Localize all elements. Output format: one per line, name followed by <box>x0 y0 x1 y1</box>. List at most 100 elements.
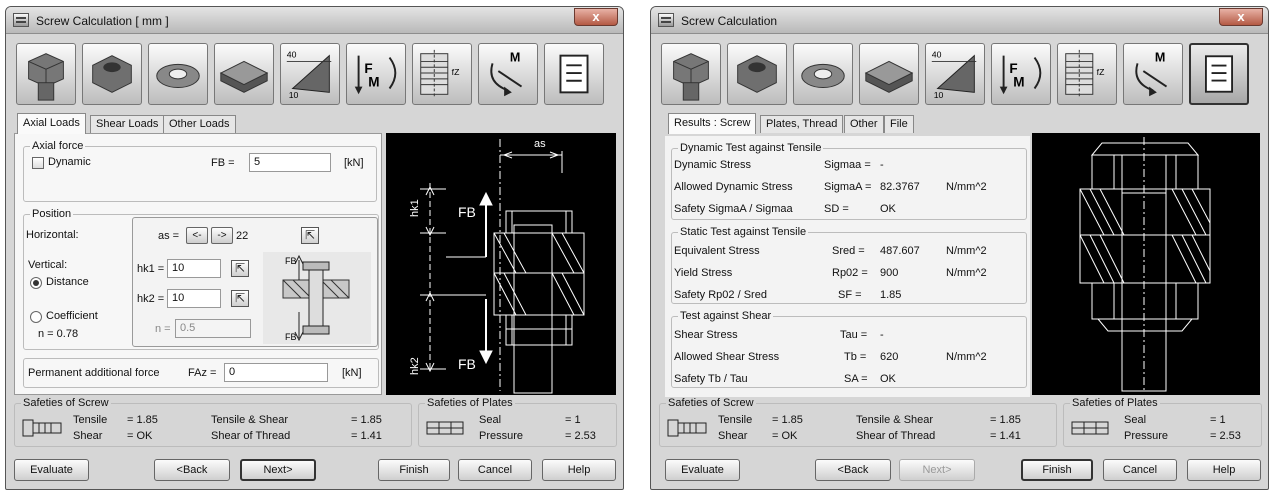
result-label: Dynamic Stress <box>674 159 752 171</box>
plates-icon[interactable] <box>214 43 274 105</box>
force-moment-icon[interactable]: FM <box>346 43 406 105</box>
washer-icon[interactable] <box>793 43 853 105</box>
toolbar: 40 10 FM fZ M <box>14 39 615 109</box>
tab-results-screw[interactable]: Results : Screw <box>668 113 757 134</box>
report-icon[interactable] <box>1189 43 1249 105</box>
finish-button[interactable]: Finish <box>1021 459 1093 481</box>
hex-bolt-icon[interactable] <box>661 43 721 105</box>
shear-label: Shear <box>73 430 103 442</box>
tensile-value: = 1.85 <box>772 414 803 426</box>
tab-plates-thread[interactable]: Plates, Thread <box>760 115 844 133</box>
dynamic-label: Dynamic <box>48 156 91 168</box>
result-value: - <box>880 159 884 171</box>
evaluate-button[interactable]: Evaluate <box>14 459 89 481</box>
as-label: as = <box>158 230 180 242</box>
hex-nut-icon[interactable] <box>82 43 142 105</box>
position-sketch: FB FB <box>263 252 371 344</box>
report-icon[interactable] <box>544 43 604 105</box>
screw-safeties-title: Safeties of Screw <box>666 397 756 409</box>
dynamic-test-group: Dynamic Test against Tensile Dynamic Str… <box>671 142 1027 220</box>
result-symbol: Sred = <box>832 245 865 257</box>
tab-axial-loads[interactable]: Axial Loads <box>17 113 86 134</box>
tab-shear-loads[interactable]: Shear Loads <box>90 115 165 133</box>
n-input[interactable]: 0.5 <box>175 319 251 338</box>
drawing-hk2-label: hk2 <box>409 357 421 375</box>
help-button[interactable]: Help <box>542 459 616 481</box>
back-button[interactable]: <Back <box>815 459 891 481</box>
finish-button[interactable]: Finish <box>378 459 450 481</box>
moment-icon[interactable]: M <box>1123 43 1183 105</box>
tab-file[interactable]: File <box>884 115 914 133</box>
fb-input[interactable]: 5 <box>249 153 331 172</box>
move-right-button[interactable]: -> <box>211 227 233 244</box>
drawing-hk1-label: hk1 <box>409 199 421 217</box>
position-inner-group: as = <- -> 22 hk1 = 10 hk2 = 10 n = 0.5 <box>132 217 378 347</box>
washer-icon[interactable] <box>148 43 208 105</box>
dynamic-test-title: Dynamic Test against Tensile <box>678 142 824 154</box>
distance-radio[interactable] <box>30 277 42 289</box>
plates-icon[interactable] <box>859 43 919 105</box>
result-symbol: Rp02 = <box>832 267 868 279</box>
svg-text:M: M <box>1155 50 1165 64</box>
shear-thread-value: = 1.41 <box>990 430 1021 442</box>
cancel-button[interactable]: Cancel <box>458 459 532 481</box>
force-moment-icon[interactable]: FM <box>991 43 1051 105</box>
app-icon <box>658 13 674 27</box>
result-symbol: SA = <box>844 373 868 385</box>
hk1-pick-icon[interactable] <box>231 260 249 277</box>
button-row: Evaluate <Back Next> Finish Cancel Help <box>14 459 617 483</box>
pressure-label: Pressure <box>1124 430 1169 442</box>
hex-bolt-icon[interactable] <box>16 43 76 105</box>
title-bar: Screw Calculation x <box>651 7 1268 34</box>
plates-small-icon <box>1071 421 1109 435</box>
cancel-button[interactable]: Cancel <box>1103 459 1177 481</box>
plates-safeties-group: Safeties of Plates Seal = 1 Pressure = 2… <box>418 397 617 447</box>
result-unit: N/mm^2 <box>946 267 987 279</box>
tab-other[interactable]: Other <box>844 115 884 133</box>
screw-calc-window-left: Screw Calculation [ mm ] x 40 10 FM fZ M … <box>5 6 624 490</box>
hk2-pick-icon[interactable] <box>231 290 249 307</box>
evaluate-button[interactable]: Evaluate <box>665 459 740 481</box>
result-value: OK <box>880 203 896 215</box>
results-panel: Dynamic Test against Tensile Dynamic Str… <box>665 136 1030 397</box>
tab-other-loads[interactable]: Other Loads <box>163 115 236 133</box>
distance-label: Distance <box>46 276 89 288</box>
result-value: 900 <box>880 267 899 279</box>
coefficient-radio[interactable] <box>30 311 42 323</box>
faz-input[interactable]: 0 <box>224 363 328 382</box>
move-left-button[interactable]: <- <box>186 227 208 244</box>
svg-text:fZ: fZ <box>1097 67 1105 77</box>
result-symbol: Tau = <box>840 329 868 341</box>
thread-section-icon[interactable]: fZ <box>1057 43 1117 105</box>
moment-icon[interactable]: M <box>478 43 538 105</box>
next-button[interactable]: Next> <box>240 459 316 481</box>
screw-safeties-group: Safeties of Screw Tensile = 1.85 Shear =… <box>14 397 412 447</box>
hex-nut-icon[interactable] <box>727 43 787 105</box>
close-button[interactable]: x <box>574 8 618 26</box>
fb-unit: [kN] <box>344 157 364 169</box>
svg-text:40: 40 <box>287 50 297 60</box>
angled-plate-icon[interactable]: 40 10 <box>280 43 340 105</box>
faz-label: FAz = <box>188 367 217 379</box>
close-button[interactable]: x <box>1219 8 1263 26</box>
back-button[interactable]: <Back <box>154 459 230 481</box>
help-button[interactable]: Help <box>1187 459 1261 481</box>
shear-test-title: Test against Shear <box>678 310 774 322</box>
next-button[interactable]: Next> <box>899 459 975 481</box>
angled-plate-icon[interactable]: 40 10 <box>925 43 985 105</box>
dynamic-checkbox[interactable] <box>32 157 44 169</box>
hk2-input[interactable]: 10 <box>167 289 221 308</box>
tensile-shear-label: Tensile & Shear <box>856 414 934 426</box>
result-value: OK <box>880 373 896 385</box>
drawing-fb-top: FB <box>458 204 476 220</box>
result-value: 82.3767 <box>880 181 920 193</box>
screw-icon <box>22 419 62 437</box>
as-pick-icon[interactable] <box>301 227 319 244</box>
title-bar: Screw Calculation [ mm ] x <box>6 7 623 34</box>
screw-safeties-group: Safeties of Screw Tensile = 1.85 Shear =… <box>659 397 1057 447</box>
hk1-input[interactable]: 10 <box>167 259 221 278</box>
result-label: Allowed Dynamic Stress <box>674 181 793 193</box>
thread-section-icon[interactable]: fZ <box>412 43 472 105</box>
n-input-label: n = <box>155 323 171 335</box>
result-value: - <box>880 329 884 341</box>
